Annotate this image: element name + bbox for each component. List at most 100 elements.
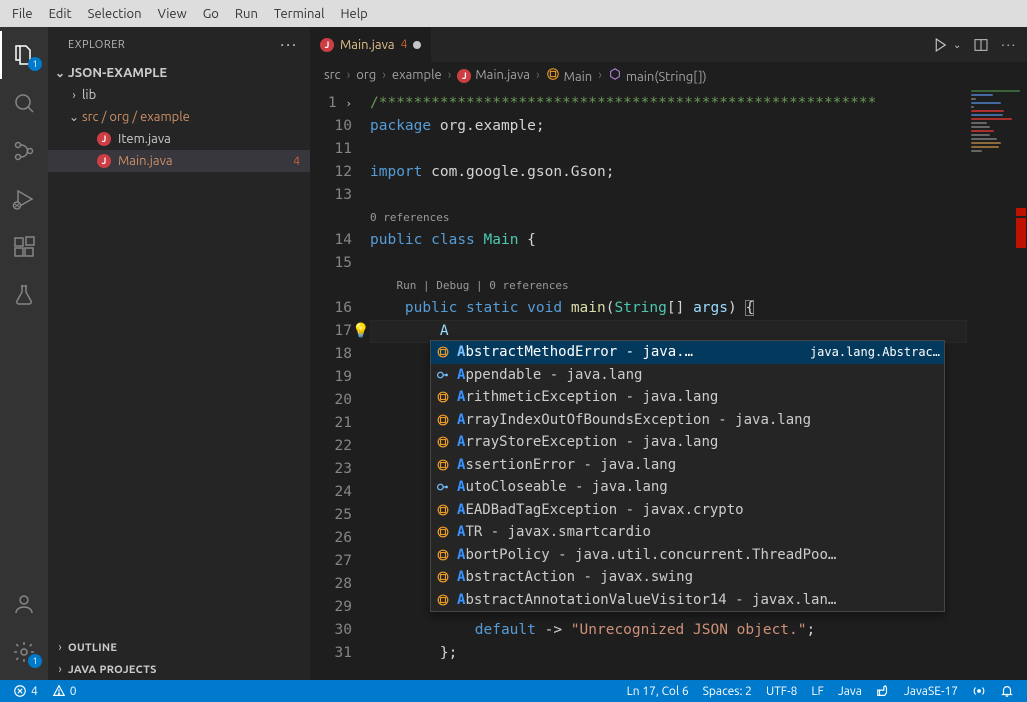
class-icon bbox=[435, 569, 451, 585]
suggest-label: AbstractAnnotationValueVisitor14 - javax… bbox=[457, 592, 940, 608]
codelens[interactable]: Run | Debug | 0 references bbox=[370, 275, 967, 297]
editor[interactable]: 1 ›10111213 1415 16171819202122232425262… bbox=[310, 88, 1027, 680]
suggest-item[interactable]: ArrayStoreException - java.lang bbox=[431, 431, 944, 454]
menu-selection[interactable]: Selection bbox=[80, 4, 150, 24]
menu-terminal[interactable]: Terminal bbox=[266, 4, 333, 24]
app-root: FileEditSelectionViewGoRunTerminalHelp 1 bbox=[0, 0, 1027, 702]
status-item[interactable]: JavaSE-17 bbox=[899, 685, 963, 698]
menu-edit[interactable]: Edit bbox=[41, 4, 80, 24]
suggest-item[interactable]: Appendable - java.lang bbox=[431, 364, 944, 387]
status-item[interactable]: LF bbox=[806, 685, 828, 698]
test-icon[interactable] bbox=[0, 271, 48, 319]
suggest-item[interactable]: AbortPolicy - java.util.concurrent.Threa… bbox=[431, 544, 944, 567]
menu-view[interactable]: View bbox=[150, 4, 195, 24]
status-text: Spaces: 2 bbox=[703, 685, 752, 698]
run-dropdown-icon[interactable]: ⌄ bbox=[953, 39, 961, 51]
suggest-label: AutoCloseable - java.lang bbox=[457, 479, 940, 495]
codelens[interactable]: 0 references bbox=[370, 207, 967, 229]
breadcrumb-label: main(String[]) bbox=[626, 70, 707, 84]
tab-main-java[interactable]: J Main.java 4 bbox=[310, 27, 432, 62]
suggest-item[interactable]: AbstractMethodError - java.…java.lang.Ab… bbox=[431, 341, 944, 364]
breadcrumb-sep-icon: › bbox=[378, 68, 390, 82]
suggest-label: AbstractAction - javax.swing bbox=[457, 569, 940, 585]
bell-icon bbox=[1000, 684, 1014, 698]
thumb-icon bbox=[876, 684, 890, 698]
split-editor-icon[interactable] bbox=[973, 37, 989, 53]
menu-go[interactable]: Go bbox=[195, 4, 227, 24]
suggest-item[interactable]: AbstractAction - javax.swing bbox=[431, 566, 944, 589]
sidebar-section-outline[interactable]: ›OUTLINE bbox=[48, 636, 310, 658]
suggest-item[interactable]: ArrayIndexOutOfBoundsException - java.la… bbox=[431, 409, 944, 432]
breadcrumb-label: example bbox=[392, 68, 442, 82]
suggest-widget[interactable]: AbstractMethodError - java.…java.lang.Ab… bbox=[430, 340, 945, 612]
suggest-item[interactable]: AbstractAnnotationValueVisitor14 - javax… bbox=[431, 589, 944, 612]
tree-item[interactable]: JItem.java bbox=[48, 128, 310, 150]
status-error[interactable]: 4 bbox=[8, 684, 43, 698]
breadcrumb-label: Main.java bbox=[475, 68, 530, 82]
menu-file[interactable]: File bbox=[4, 4, 41, 24]
tree-item[interactable]: ›lib bbox=[48, 84, 310, 106]
main-area: 1 bbox=[0, 27, 1027, 680]
status-text: Ln 17, Col 6 bbox=[627, 685, 689, 698]
scm-icon[interactable] bbox=[0, 127, 48, 175]
breadcrumb[interactable]: src›org›example›JMain.java›Main›main(Str… bbox=[310, 62, 1027, 88]
error-icon bbox=[13, 684, 27, 698]
status-item[interactable] bbox=[995, 684, 1019, 698]
lightbulb-icon[interactable]: 💡 bbox=[352, 320, 369, 343]
chevron-right-icon: › bbox=[66, 89, 82, 102]
tab-bar: J Main.java 4 ⌄ ··· bbox=[310, 27, 1027, 62]
menu-help[interactable]: Help bbox=[332, 4, 375, 24]
status-item[interactable] bbox=[871, 684, 895, 698]
status-item[interactable]: Java bbox=[833, 685, 867, 698]
sidebar-title: EXPLORER bbox=[68, 39, 125, 51]
explorer-icon[interactable]: 1 bbox=[0, 31, 48, 79]
chevron-right-icon: › bbox=[52, 641, 68, 654]
tree-item[interactable]: JMain.java4 bbox=[48, 150, 310, 172]
section-label: JAVA PROJECTS bbox=[68, 664, 310, 676]
class-icon bbox=[435, 344, 451, 360]
tree-item[interactable]: ⌄src / org / example bbox=[48, 106, 310, 128]
breadcrumb-item[interactable]: Main bbox=[546, 67, 593, 84]
status-item[interactable]: UTF-8 bbox=[761, 685, 802, 698]
suggest-item[interactable]: AssertionError - java.lang bbox=[431, 454, 944, 477]
sidebar-bottom: ›OUTLINE›JAVA PROJECTS bbox=[48, 636, 310, 680]
breadcrumb-sep-icon: › bbox=[532, 68, 544, 82]
extensions-icon[interactable] bbox=[0, 223, 48, 271]
breadcrumb-item[interactable]: org bbox=[356, 68, 376, 82]
status-item[interactable]: Spaces: 2 bbox=[698, 685, 757, 698]
suggest-detail: java.lang.Abstrac… bbox=[810, 345, 940, 359]
suggest-item[interactable]: AutoCloseable - java.lang bbox=[431, 476, 944, 499]
tab-problems-badge: 4 bbox=[401, 38, 408, 51]
sidebar-more-icon[interactable]: ··· bbox=[280, 37, 298, 53]
suggest-item[interactable]: ATR - javax.smartcardio bbox=[431, 521, 944, 544]
breadcrumb-item[interactable]: src bbox=[324, 68, 341, 82]
status-item[interactable]: Ln 17, Col 6 bbox=[622, 685, 694, 698]
account-icon[interactable] bbox=[0, 580, 48, 628]
tree-root[interactable]: ⌄ JSON-EXAMPLE bbox=[48, 62, 310, 84]
status-item[interactable] bbox=[967, 684, 991, 698]
search-icon[interactable] bbox=[0, 79, 48, 127]
status-warn[interactable]: 0 bbox=[47, 684, 82, 698]
breadcrumb-item[interactable]: example bbox=[392, 68, 442, 82]
run-icon[interactable] bbox=[931, 36, 949, 54]
suggest-item[interactable]: AEADBadTagException - javax.crypto bbox=[431, 499, 944, 522]
chevron-down-icon: ⌄ bbox=[52, 66, 68, 80]
minimap[interactable] bbox=[967, 88, 1027, 680]
chevron-right-icon: › bbox=[52, 663, 68, 676]
sidebar-title-row: EXPLORER ··· bbox=[48, 27, 310, 62]
editor-more-icon[interactable]: ··· bbox=[1001, 38, 1017, 52]
debug-icon[interactable] bbox=[0, 175, 48, 223]
suggest-item[interactable]: ArithmeticException - java.lang bbox=[431, 386, 944, 409]
tree-item-label: src / org / example bbox=[82, 110, 300, 124]
gear-icon[interactable]: 1 bbox=[0, 628, 48, 676]
tree-item-label: Main.java bbox=[118, 154, 293, 168]
breadcrumb-item[interactable]: main(String[]) bbox=[608, 67, 707, 84]
breadcrumb-sep-icon: › bbox=[343, 68, 355, 82]
sidebar-section-java-projects[interactable]: ›JAVA PROJECTS bbox=[48, 658, 310, 680]
status-text: UTF-8 bbox=[766, 685, 797, 698]
gutter: 1 ›10111213 1415 16171819202122232425262… bbox=[310, 88, 370, 680]
breadcrumb-item[interactable]: JMain.java bbox=[457, 68, 530, 83]
tree-item-label: Item.java bbox=[118, 132, 310, 146]
overview-ruler[interactable] bbox=[1013, 88, 1027, 680]
menu-run[interactable]: Run bbox=[227, 4, 266, 24]
